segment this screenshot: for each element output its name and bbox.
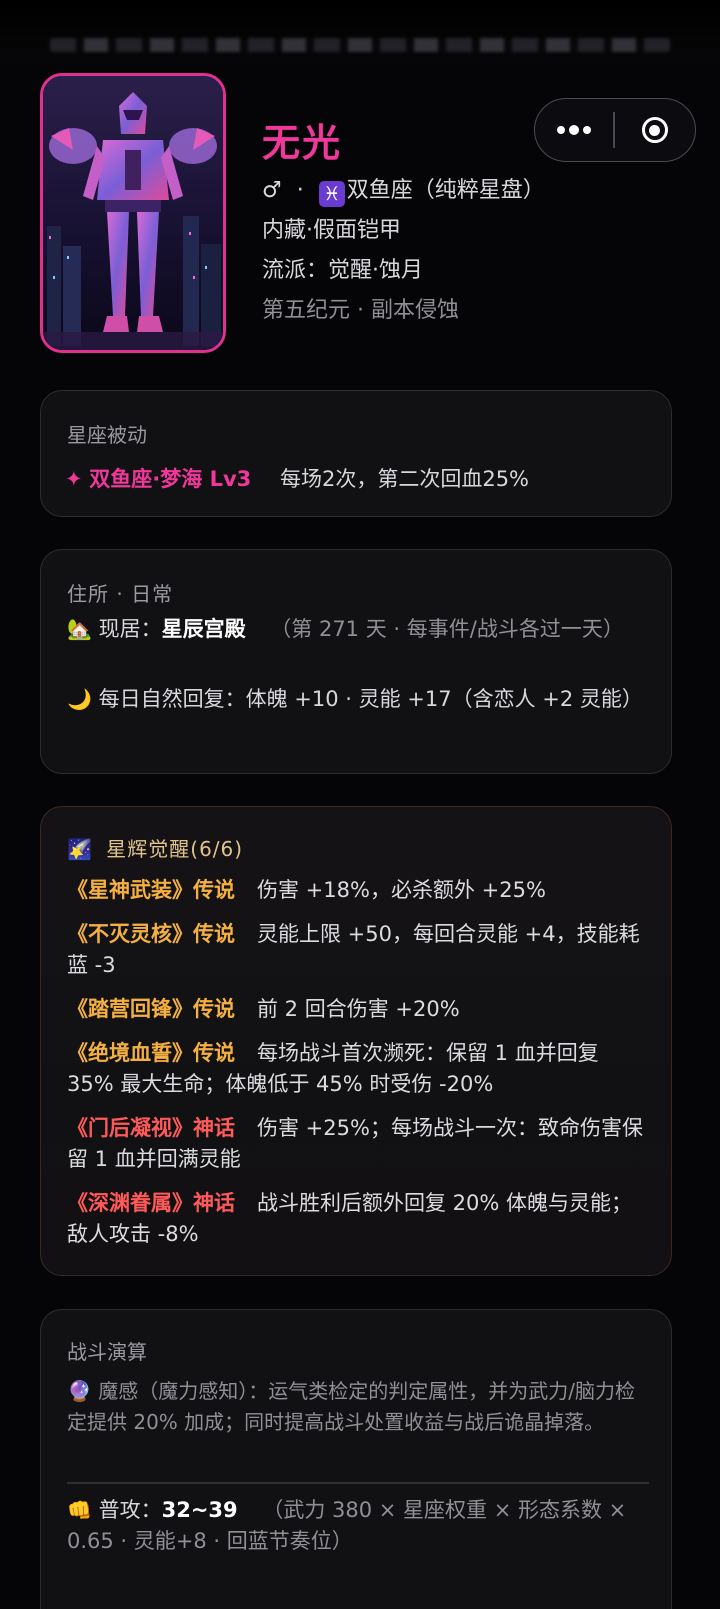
miniprogram-capsule <box>534 98 696 162</box>
character-school: 流派：觉醒·蚀月 <box>262 258 423 283</box>
daily-regen-line: 🌙 每日自然回复：体魄 +10 · 灵能 +17（含恋人 +2 灵能） <box>67 684 647 715</box>
residence-card: 住所 · 日常 🏡 现居：星辰宫殿 （第 271 天 · 每事件/战斗各过一天）… <box>40 549 672 774</box>
card-title: 战斗演算 <box>67 1340 147 1364</box>
sparkle-icon: ✦ <box>65 467 83 491</box>
awakening-item: 《门后凝视》神话 伤害 +25%；每场战斗一次：致命伤害保留 1 血并回满灵能 <box>67 1113 651 1175</box>
male-icon: ♂ <box>262 178 282 203</box>
awakening-item: 《星神武装》传说 伤害 +18%，必杀额外 +25% <box>67 875 651 906</box>
battle-description: 🔮 魔感（魔力感知）：运气类检定的判定属性，并为武力/脑力检定提供 20% 加成… <box>67 1379 636 1434</box>
card-title: 星座被动 <box>67 423 147 447</box>
awakening-title: 🌠 星辉觉醒(6/6) <box>67 837 244 861</box>
shooting-star-icon: 🌠 <box>67 837 93 861</box>
battle-calc-card: 战斗演算 🔮 魔感（魔力感知）：运气类检定的判定属性，并为武力/脑力检定提供 2… <box>40 1309 672 1609</box>
fist-icon: 👊 <box>67 1498 92 1522</box>
awakening-name: 《踏营回锋》传说 <box>67 997 235 1021</box>
awakening-name: 《星神武装》传说 <box>67 878 235 902</box>
blurred-banner-text <box>50 38 670 52</box>
passive-name: 双鱼座·梦海 Lv3 <box>89 467 252 491</box>
passive-line: ✦ 双鱼座·梦海 Lv3 每场2次，第二次回血25% <box>65 463 529 493</box>
house-icon: 🏡 <box>67 617 92 641</box>
daily-regen: 每日自然回复：体魄 +10 · 灵能 +17（含恋人 +2 灵能） <box>98 687 643 711</box>
pisces-icon: ♓ <box>318 181 345 207</box>
awakening-item: 《深渊眷属》神话 战斗胜利后额外回复 20% 体魄与灵能；敌人攻击 -8% <box>67 1188 651 1250</box>
character-era: 第五纪元 · 副本侵蚀 <box>262 298 459 323</box>
zodiac-passive-card: 星座被动 ✦ 双鱼座·梦海 Lv3 每场2次，第二次回血25% <box>40 390 672 517</box>
awakening-item: 《绝境血誓》传说 每场战斗首次濒死：保留 1 血并回复 35% 最大生命；体魄低于… <box>67 1038 651 1100</box>
moon-icon: 🌙 <box>67 687 92 711</box>
attack-label: 普攻： <box>98 1498 162 1522</box>
awakening-name: 《门后凝视》神话 <box>67 1116 235 1140</box>
character-build: 内藏·假面铠甲 <box>262 218 401 243</box>
attack-value: 32~39 <box>161 1498 238 1522</box>
close-target-button[interactable] <box>615 117 696 143</box>
residence-value: 星辰宫殿 <box>161 617 246 641</box>
target-icon <box>641 117 668 143</box>
armored-hero-image <box>43 76 223 350</box>
divider <box>67 1482 649 1484</box>
basic-attack-line: 👊 普攻：32~39 （武力 380 × 星座权重 × 形态系数 × 0.65 … <box>67 1495 651 1557</box>
gender-sign-line: ♂ · ♓ 双鱼座（纯粹星盘） <box>262 178 545 207</box>
awakening-name: 《不灭灵核》传说 <box>67 922 235 946</box>
residence-label: 现居： <box>98 617 162 641</box>
residence-line: 🏡 现居：星辰宫殿 （第 271 天 · 每事件/战斗各过一天） <box>67 614 647 645</box>
awakening-name: 《绝境血誓》传说 <box>67 1041 235 1065</box>
awakening-desc: 伤害 +18%，必杀额外 +25% <box>257 878 546 902</box>
awakening-name: 《深渊眷属》神话 <box>67 1191 235 1215</box>
character-portrait[interactable] <box>40 73 226 353</box>
crystal-ball-icon: 🔮 <box>67 1379 92 1403</box>
card-title: 住所 · 日常 <box>67 582 174 606</box>
passive-desc: 每场2次，第二次回血25% <box>279 467 530 491</box>
residence-note: （第 271 天 · 每事件/战斗各过一天） <box>270 617 624 641</box>
character-name: 无光 <box>262 121 343 165</box>
awakening-item: 《不灭灵核》传说 灵能上限 +50，每回合灵能 +4，技能耗蓝 -3 <box>67 919 651 981</box>
more-dots-icon[interactable] <box>535 99 613 161</box>
zodiac-sign: 双鱼座（纯粹星盘） <box>346 178 545 203</box>
top-banner <box>0 0 720 62</box>
awakening-item: 《踏营回锋》传说前 2 回合伤害 +20% <box>67 994 651 1025</box>
star-awakening-card: 🌠 星辉觉醒(6/6) 《星神武装》传说 伤害 +18%，必杀额外 +25% 《不… <box>40 806 672 1276</box>
awakening-desc: 前 2 回合伤害 +20% <box>257 997 460 1021</box>
